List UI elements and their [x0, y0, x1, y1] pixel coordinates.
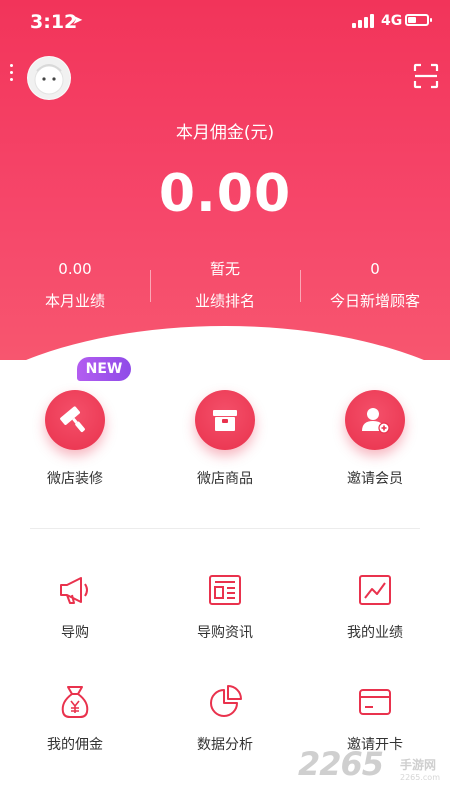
- tool-invite-card[interactable]: 邀请开卡: [300, 682, 450, 754]
- feature-shop-products[interactable]: 微店商品: [150, 390, 300, 488]
- avatar[interactable]: [27, 56, 71, 100]
- tool-my-performance[interactable]: 我的业绩: [300, 570, 450, 642]
- watermark-url: 2265.com: [400, 773, 440, 782]
- signal-icon: [352, 14, 376, 28]
- commission-title: 本月佣金(元): [175, 123, 275, 143]
- watermark-logo: 2265 手游网 2265.com: [298, 745, 448, 795]
- stat-label: 本月业绩: [44, 292, 105, 310]
- section-divider: [30, 528, 420, 529]
- line-chart-icon: [355, 570, 395, 610]
- feature-shop-decoration[interactable]: 微店装修: [0, 390, 150, 488]
- news-icon: [205, 570, 245, 610]
- pie-chart-icon: [205, 682, 245, 722]
- feature-label: 邀请会员: [347, 471, 403, 487]
- watermark-text: 手游网: [400, 758, 437, 772]
- paint-roller-icon: [45, 390, 105, 450]
- card-icon: [355, 682, 395, 722]
- network-label: 4G: [381, 13, 403, 29]
- location-arrow-icon: ➤: [72, 13, 83, 28]
- tool-data-analysis[interactable]: 数据分析: [150, 682, 300, 754]
- new-badge: NEW: [77, 357, 131, 381]
- status-bar: 3:12 ➤ 4G: [0, 0, 450, 46]
- hero-curve: [0, 326, 450, 360]
- tool-grid: 导购 导购资讯 我的业绩 我的佣金 数据分析 邀请开卡: [0, 570, 450, 770]
- tool-label: 导购资讯: [197, 625, 253, 641]
- more-menu-icon[interactable]: [9, 64, 15, 86]
- tool-shopping-guide[interactable]: 导购: [0, 570, 150, 642]
- stat-ranking[interactable]: 暂无 业绩排名: [150, 258, 300, 311]
- feature-row: 微店装修 微店商品 邀请会员: [0, 390, 450, 500]
- tool-label: 我的业绩: [347, 625, 403, 641]
- watermark-number: 2265: [298, 745, 384, 783]
- megaphone-icon: [55, 570, 95, 610]
- feature-invite-member[interactable]: 邀请会员: [300, 390, 450, 488]
- box-icon: [195, 390, 255, 450]
- tool-my-commission[interactable]: 我的佣金: [0, 682, 150, 754]
- feature-label: 微店装修: [47, 471, 103, 487]
- stat-monthly-performance[interactable]: 0.00 本月业绩: [0, 258, 150, 311]
- add-user-icon: [345, 390, 405, 450]
- tool-label: 我的佣金: [47, 737, 103, 753]
- battery-icon: [405, 14, 432, 26]
- feature-label: 微店商品: [197, 471, 253, 487]
- status-time: 3:12: [30, 11, 78, 33]
- money-bag-icon: [55, 682, 95, 722]
- tool-label: 导购: [61, 625, 89, 641]
- scan-icon[interactable]: [413, 63, 439, 89]
- stat-label: 今日新增顾客: [329, 292, 420, 310]
- stat-label: 业绩排名: [194, 292, 255, 310]
- stat-value: 0.00: [58, 260, 92, 278]
- stats-row: 0.00 本月业绩 暂无 业绩排名 0 今日新增顾客: [0, 258, 450, 318]
- stat-value: 0: [370, 260, 380, 278]
- stat-value: 暂无: [209, 260, 240, 278]
- tool-label: 数据分析: [197, 737, 253, 753]
- commission-value: 0.00: [158, 164, 292, 224]
- tool-guide-news[interactable]: 导购资讯: [150, 570, 300, 642]
- stat-new-customers[interactable]: 0 今日新增顾客: [300, 258, 450, 311]
